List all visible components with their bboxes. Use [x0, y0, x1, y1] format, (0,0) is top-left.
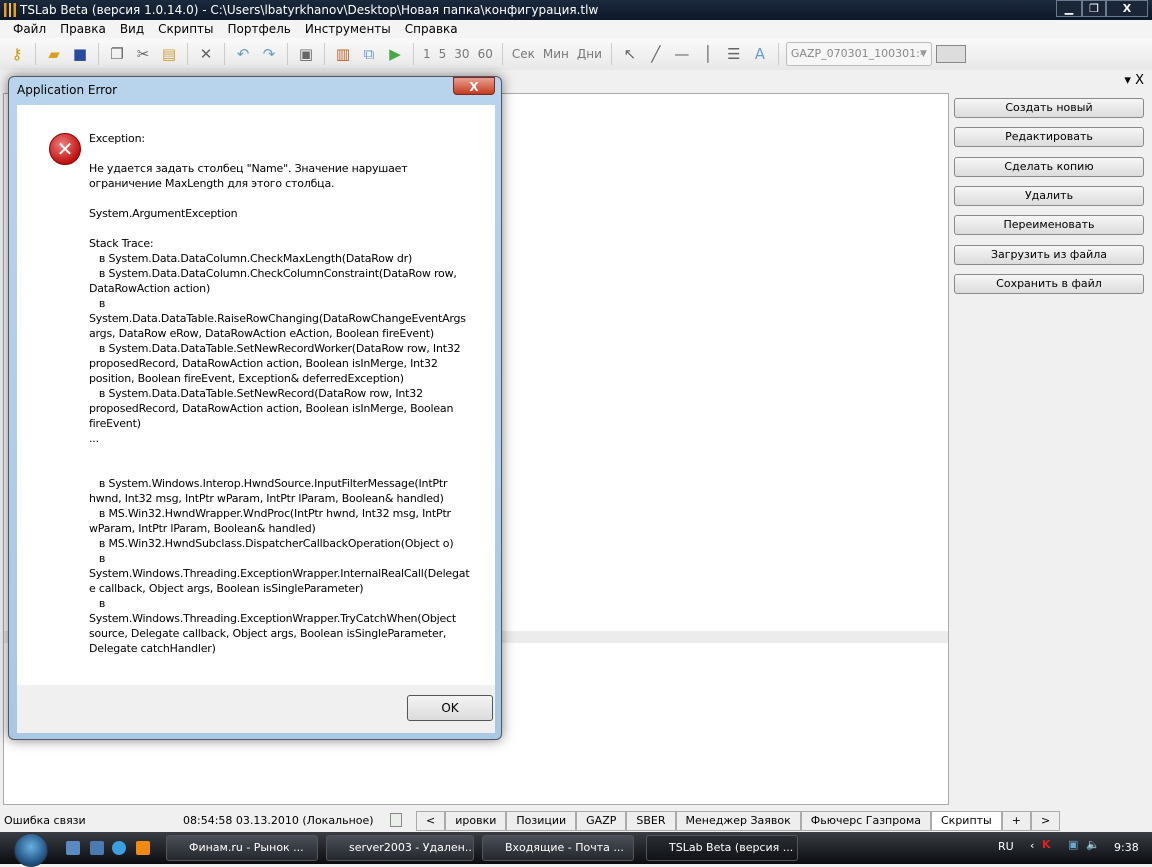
fibonacci-icon[interactable]: ☰ [723, 43, 745, 65]
task-tslab[interactable]: TSLab Beta (версия ... [646, 835, 798, 861]
media-player-icon[interactable] [136, 841, 150, 855]
color-swatch[interactable] [935, 45, 966, 63]
task-inbox[interactable]: Входящие - Почта ... [482, 835, 634, 861]
menu-tools[interactable]: Инструменты [298, 20, 398, 38]
menu-portfolio[interactable]: Портфель [221, 20, 298, 38]
error-icon: ✕ [49, 133, 81, 165]
vertical-line-icon[interactable]: │ [697, 43, 719, 65]
menu-edit[interactable]: Правка [53, 20, 113, 38]
switch-windows-icon[interactable] [90, 841, 104, 855]
tab-settings[interactable]: ировки [445, 811, 507, 831]
menu-help[interactable]: Справка [398, 20, 465, 38]
chevron-down-icon: ▼ [919, 49, 927, 59]
ok-button[interactable]: OK [407, 695, 493, 721]
menu-scripts[interactable]: Скрипты [151, 20, 220, 38]
tab-prev[interactable]: < [416, 811, 446, 831]
connection-status: Ошибка связи [4, 814, 86, 827]
language-indicator[interactable]: RU [998, 840, 1014, 853]
error-message: Exception: Не удается задать столбец "Na… [89, 132, 470, 655]
tab-gazp[interactable]: GAZP [576, 811, 627, 831]
diagram-icon[interactable]: ⧉ [358, 43, 380, 65]
copy-icon[interactable]: ❐ [106, 43, 128, 65]
open-folder-icon[interactable]: ▰ [43, 43, 65, 65]
start-button[interactable] [14, 833, 48, 867]
task-server2003[interactable]: server2003 - Удален... [326, 835, 474, 861]
minimize-button[interactable]: ▁ [1056, 0, 1082, 17]
chart-icon[interactable]: ▥ [332, 43, 354, 65]
tab-positions[interactable]: Позиции [506, 811, 577, 831]
window-title: TSLab Beta (версия 1.0.14.0) - C:\Users\… [20, 3, 599, 17]
interval-60[interactable]: 60 [476, 47, 495, 61]
save-to-file-button[interactable]: Сохранить в файл [954, 274, 1144, 294]
unit-minutes[interactable]: Мин [541, 47, 571, 61]
paste-icon[interactable]: ▤ [158, 43, 180, 65]
network-icon[interactable]: ▣ [1068, 838, 1078, 851]
interval-30[interactable]: 30 [452, 47, 471, 61]
edit-button[interactable]: Редактировать [954, 127, 1144, 147]
taskbar-clock: 9:38 [1114, 841, 1139, 854]
panel-controls[interactable]: ▾ X [1124, 73, 1144, 88]
cut-icon[interactable]: ✂ [132, 43, 154, 65]
undo-icon[interactable]: ↶ [232, 43, 254, 65]
interval-1[interactable]: 1 [421, 47, 433, 61]
pointer-icon[interactable]: ↖ [619, 43, 641, 65]
unit-seconds[interactable]: Сек [510, 47, 537, 61]
close-button[interactable]: X [1106, 0, 1148, 17]
status-bar: Ошибка связи 08:54:58 03.13.2010 (Локаль… [0, 810, 1152, 832]
show-desktop-icon[interactable] [66, 841, 80, 855]
app-logo-icon [4, 3, 16, 17]
load-from-file-button[interactable]: Загрузить из файла [954, 245, 1144, 265]
horizontal-line-icon[interactable]: — [671, 43, 693, 65]
application-error-dialog: Application Error X ✕ Exception: Не удае… [8, 76, 502, 740]
indicator-icon [390, 813, 402, 827]
rename-button[interactable]: Переименовать [954, 215, 1144, 235]
key-icon[interactable]: ⚷ [6, 43, 28, 65]
save-icon[interactable]: ■ [69, 43, 91, 65]
taskbar: Финам.ru - Рынок ... server2003 - Удален… [0, 832, 1152, 867]
task-finam[interactable]: Финам.ru - Рынок ... [166, 835, 318, 861]
delete-button[interactable]: Удалить [954, 186, 1144, 206]
tab-gazprom-futures[interactable]: Фьючерс Газпрома [800, 811, 931, 831]
run-icon[interactable]: ▶ [384, 43, 406, 65]
menu-file[interactable]: Файл [6, 20, 53, 38]
create-new-button[interactable]: Создать новый [954, 98, 1144, 118]
menu-bar: Файл Правка Вид Скрипты Портфель Инструм… [0, 20, 1152, 38]
tab-order-manager[interactable]: Менеджер Заявок [675, 811, 801, 831]
script-actions-panel: Создать новый Редактировать Сделать копи… [950, 93, 1150, 805]
volume-icon[interactable]: 🔈 [1086, 838, 1100, 851]
toolbar: ⚷ ▰ ■ ❐ ✂ ▤ ✕ ↶ ↷ ▣ ▥ ⧉ ▶ 1 5 30 60 Сек … [0, 38, 1152, 70]
antivirus-icon[interactable]: K [1042, 838, 1051, 851]
tab-add[interactable]: + [1001, 811, 1031, 831]
unit-days[interactable]: Дни [575, 47, 604, 61]
copy-button[interactable]: Сделать копию [954, 157, 1144, 177]
ie-icon[interactable] [112, 841, 126, 855]
delete-icon[interactable]: ✕ [195, 43, 217, 65]
text-icon[interactable]: A [749, 43, 771, 65]
dialog-close-button[interactable]: X [453, 77, 495, 95]
restore-button[interactable]: ❐ [1082, 0, 1106, 17]
tab-scripts[interactable]: Скрипты [931, 811, 1002, 831]
redo-icon[interactable]: ↷ [258, 43, 280, 65]
title-bar: TSLab Beta (версия 1.0.14.0) - C:\Users\… [0, 0, 1152, 20]
interval-5[interactable]: 5 [437, 47, 449, 61]
tray-expand-icon[interactable]: ‹ [1030, 839, 1034, 852]
tab-next[interactable]: > [1030, 811, 1061, 831]
tab-sber[interactable]: SBER [626, 811, 676, 831]
dialog-title: Application Error [17, 83, 118, 97]
line-icon[interactable]: ╱ [645, 43, 667, 65]
menu-view[interactable]: Вид [113, 20, 151, 38]
instrument-select[interactable]: GAZP_070301_100301:- ▼ [785, 42, 932, 66]
properties-icon[interactable]: ▣ [295, 43, 317, 65]
clock-status: 08:54:58 03.13.2010 (Локальное) [183, 814, 374, 827]
